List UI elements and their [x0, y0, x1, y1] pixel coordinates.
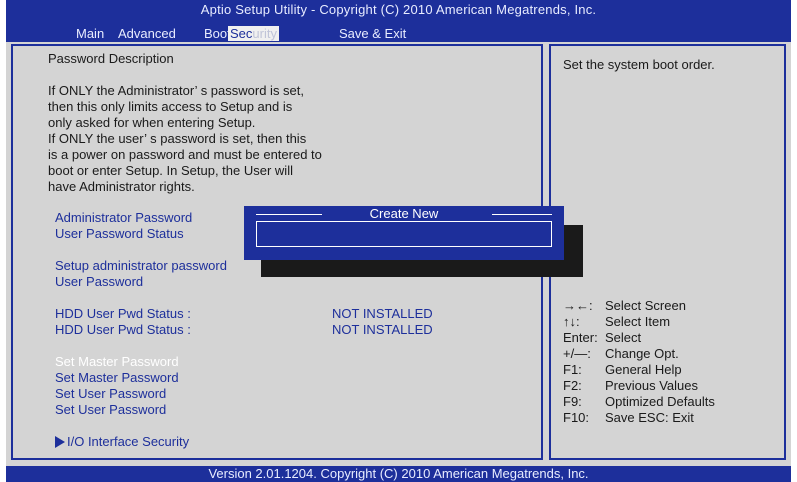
setup-admin-password-item[interactable]: Setup administrator password — [55, 258, 227, 274]
legend-label: General Help — [605, 362, 682, 377]
version-footer: Version 2.01.1204. Copyright (C) 2010 Am… — [208, 466, 589, 481]
legend-label: Select Screen — [605, 298, 686, 313]
legend-label: Previous Values — [605, 378, 698, 393]
description-line: have Administrator rights. — [48, 179, 195, 194]
tab-save-exit[interactable]: Save & Exit — [339, 26, 406, 41]
description-heading: Password Description — [48, 51, 174, 66]
legend-key: F9: — [563, 394, 582, 409]
io-interface-security-item[interactable]: I/O Interface Security — [67, 434, 189, 450]
administrator-password-item[interactable]: Administrator Password — [55, 210, 192, 226]
tab-security-text-b: urity — [252, 26, 277, 41]
set-master-password-item[interactable]: Set Master Password — [55, 370, 179, 386]
bios-screen: Aptio Setup Utility - Copyright (C) 2010… — [6, 0, 791, 482]
legend-key: F10: — [563, 410, 590, 425]
legend-row: F1: General Help — [563, 362, 715, 378]
legend-row: F2: Previous Values — [563, 378, 715, 394]
create-new-dialog: Create New — [244, 206, 564, 260]
description-line: If ONLY the user’ s password is set, the… — [48, 131, 307, 146]
arrows-ud-icon: ↑↓: — [563, 314, 580, 329]
description-line: then this only limits access to Setup an… — [48, 99, 293, 114]
hdd-pwd-status-value: NOT INSTALLED — [332, 306, 433, 321]
description-line: is a power on password and must be enter… — [48, 147, 322, 162]
legend-key: Enter: — [563, 330, 598, 345]
legend-key: F1: — [563, 362, 582, 377]
description-line: If ONLY the Administrator’ s password is… — [48, 83, 305, 98]
legend-row: F10: Save ESC: Exit — [563, 410, 715, 426]
legend-label: Optimized Defaults — [605, 394, 715, 409]
dialog-title: Create New — [369, 206, 439, 221]
tab-boot[interactable]: Boot — [204, 26, 231, 41]
legend-key: F2: — [563, 378, 582, 393]
legend-row: +/—: Change Opt. — [563, 346, 715, 362]
tab-main[interactable]: Main — [76, 26, 104, 41]
arrows-lr-icon: →←: — [563, 298, 593, 313]
hdd-pwd-status-label: HDD User Pwd Status : — [55, 322, 191, 337]
user-password-item[interactable]: User Password — [55, 274, 143, 290]
legend-label: Change Opt. — [605, 346, 679, 361]
legend-row: ↑↓: Select Item — [563, 314, 715, 330]
legend-row: →←: Select Screen — [563, 298, 715, 314]
tab-security-text-a: Sec — [230, 26, 253, 41]
hdd-pwd-status-label: HDD User Pwd Status : — [55, 306, 191, 321]
legend-label: Save ESC: Exit — [605, 410, 694, 425]
description-line: only asked for when entering Setup. — [48, 115, 256, 130]
bios-title: Aptio Setup Utility - Copyright (C) 2010… — [200, 2, 597, 17]
description-line: boot or enter Setup. In Setup, the User … — [48, 163, 293, 178]
legend-label: Select Item — [605, 314, 671, 329]
legend-row: Enter: Select — [563, 330, 715, 346]
help-text: Set the system boot order. — [563, 57, 715, 72]
new-password-input[interactable] — [256, 221, 552, 247]
key-legend: →←: Select Screen ↑↓: Select Item Enter: Se… — [563, 298, 715, 426]
set-user-password-item[interactable]: Set User Password — [55, 402, 166, 418]
hdd-pwd-status-value: NOT INSTALLED — [332, 322, 433, 337]
set-master-password-item-selected[interactable]: Set Master Password — [55, 354, 179, 370]
tab-advanced[interactable]: Advanced — [118, 26, 176, 41]
legend-label: Select — [605, 330, 642, 345]
submenu-arrow-icon — [55, 436, 65, 448]
tab-security[interactable]: Security — [228, 26, 279, 41]
set-user-password-item[interactable]: Set User Password — [55, 386, 166, 402]
user-password-status-item: User Password Status — [55, 226, 184, 241]
legend-row: F9: Optimized Defaults — [563, 394, 715, 410]
legend-key: +/—: — [563, 346, 591, 361]
